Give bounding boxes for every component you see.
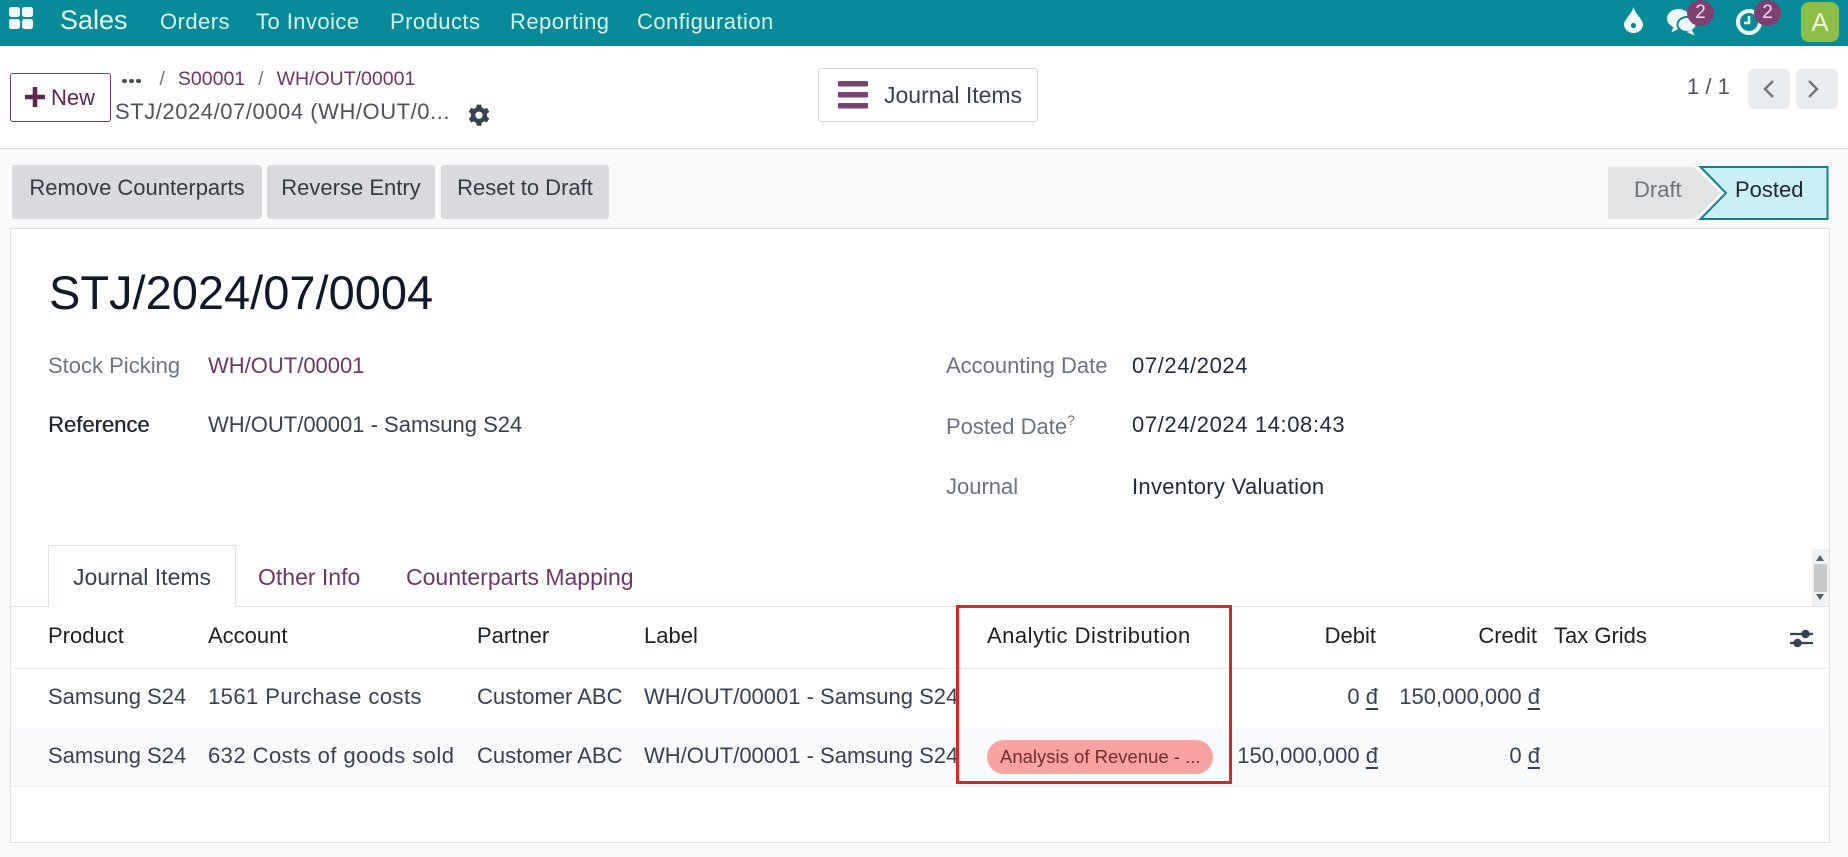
svg-text:Posted: Posted [1735, 177, 1804, 202]
svg-text:Draft: Draft [1634, 177, 1682, 202]
